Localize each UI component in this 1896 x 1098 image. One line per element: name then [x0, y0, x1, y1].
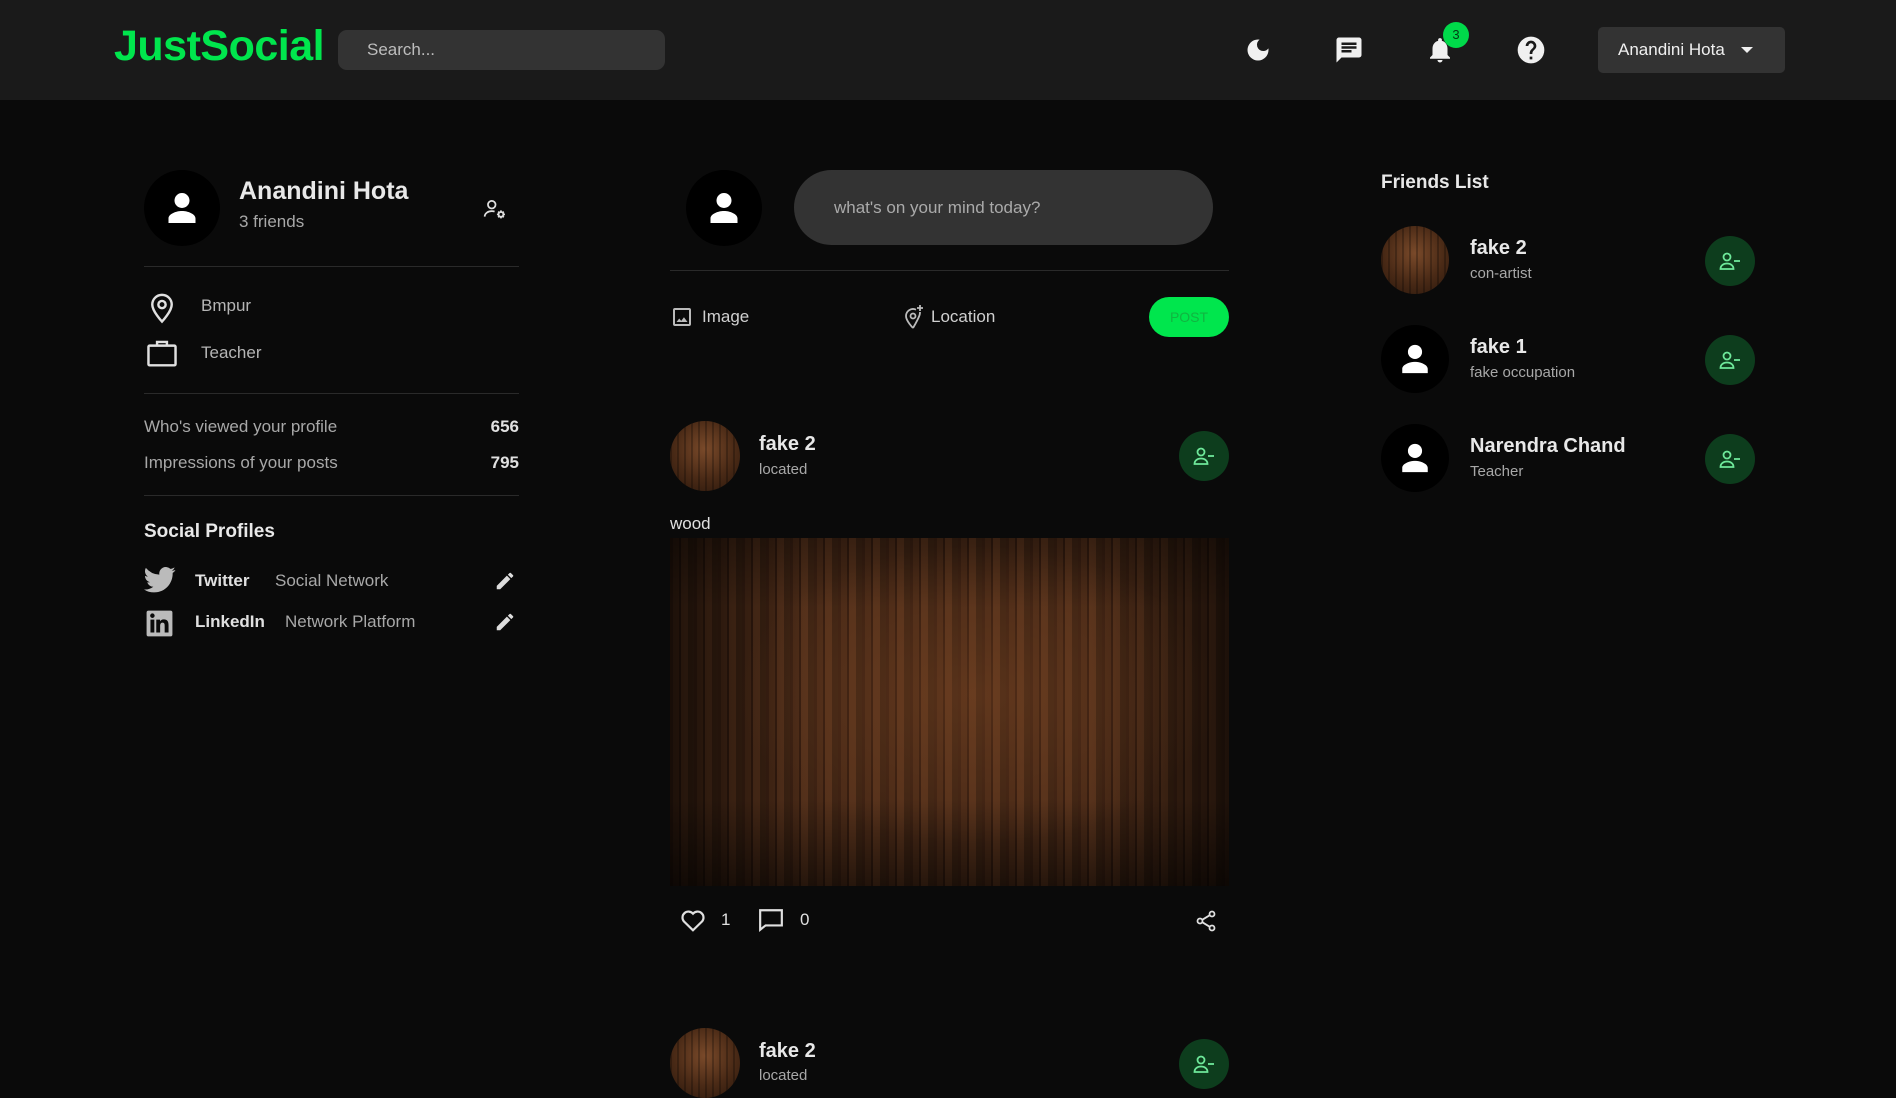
- profile-friends-count: 3 friends: [239, 212, 305, 231]
- post-author-avatar[interactable]: [670, 421, 740, 491]
- composer-avatar: [686, 170, 762, 246]
- post-text: wood: [670, 514, 711, 533]
- divider: [144, 495, 519, 496]
- remove-friend-button[interactable]: [1179, 1039, 1229, 1089]
- friend-name[interactable]: Narendra Chand: [1470, 435, 1626, 458]
- add-location-button[interactable]: Location: [901, 304, 995, 330]
- profile-occupation: Teacher: [201, 343, 262, 362]
- like-count: 1: [721, 910, 731, 929]
- briefcase-icon: [146, 338, 178, 373]
- friends-list-title: Friends List: [1381, 172, 1489, 193]
- post-author-name[interactable]: fake 2: [759, 1040, 816, 1063]
- user-menu-button[interactable]: Anandini Hota: [1598, 27, 1785, 73]
- friend-occupation: con-artist: [1470, 265, 1532, 282]
- profile-name[interactable]: Anandini Hota: [239, 177, 408, 206]
- profile-avatar[interactable]: [144, 170, 220, 246]
- stat-value: 795: [490, 453, 519, 472]
- divider: [144, 393, 519, 394]
- remove-friend-button[interactable]: [1179, 431, 1229, 481]
- add-image-button[interactable]: Image: [670, 305, 749, 329]
- remove-friend-icon: [1719, 450, 1740, 468]
- comment-count: 0: [800, 910, 810, 929]
- logo[interactable]: JustSocial: [114, 22, 325, 71]
- notification-badge: 3: [1443, 22, 1469, 48]
- friend-avatar[interactable]: [1381, 325, 1449, 393]
- friend-name[interactable]: fake 1: [1470, 336, 1527, 359]
- divider: [670, 270, 1229, 271]
- chevron-down-icon: [1741, 47, 1753, 53]
- stat-label: Who's viewed your profile: [144, 417, 338, 436]
- heart-icon[interactable]: [680, 908, 706, 937]
- stat-value: 656: [490, 417, 519, 436]
- remove-friend-icon: [1193, 447, 1214, 465]
- post-author-name[interactable]: fake 2: [759, 433, 816, 456]
- comment-icon[interactable]: [758, 908, 784, 937]
- messages-icon[interactable]: [1330, 31, 1368, 69]
- divider: [144, 266, 519, 267]
- friend-occupation: Teacher: [1470, 463, 1524, 480]
- post-location: located: [759, 1067, 808, 1084]
- edit-icon[interactable]: [494, 570, 516, 597]
- remove-friend-icon: [1193, 1055, 1214, 1073]
- search-input[interactable]: Search...: [338, 30, 665, 70]
- navbar: JustSocial Search... 3 Anandini Hota: [0, 0, 1896, 100]
- social-name[interactable]: LinkedIn: [195, 612, 265, 632]
- social-desc: Social Network: [275, 571, 389, 590]
- remove-friend-icon: [1719, 252, 1740, 270]
- share-icon[interactable]: [1194, 909, 1218, 938]
- profile-location: Bmpur: [201, 296, 252, 315]
- user-menu-label: Anandini Hota: [1618, 40, 1725, 59]
- social-name[interactable]: Twitter: [195, 571, 249, 591]
- add-location-icon: [905, 305, 923, 329]
- image-label: Image: [702, 307, 750, 326]
- location-label: Location: [931, 307, 996, 326]
- stat-label: Impressions of your posts: [144, 453, 338, 472]
- twitter-icon: [144, 566, 176, 599]
- social-profiles-title: Social Profiles: [144, 521, 275, 542]
- social-desc: Network Platform: [285, 612, 416, 631]
- dark-mode-icon[interactable]: [1239, 31, 1277, 69]
- post-location: located: [759, 461, 808, 478]
- friend-avatar[interactable]: [1381, 424, 1449, 492]
- friend-avatar[interactable]: [1381, 226, 1449, 294]
- post-button[interactable]: POST: [1149, 297, 1229, 337]
- remove-friend-button[interactable]: [1705, 236, 1755, 286]
- post-image[interactable]: [670, 538, 1229, 886]
- friend-name[interactable]: fake 2: [1470, 237, 1527, 260]
- friend-occupation: fake occupation: [1470, 364, 1576, 381]
- help-icon[interactable]: [1512, 31, 1550, 69]
- location-pin-icon: [147, 290, 177, 329]
- image-icon: [673, 308, 691, 326]
- post-author-avatar[interactable]: [670, 1028, 740, 1098]
- manage-account-icon[interactable]: [482, 196, 508, 227]
- edit-icon[interactable]: [494, 611, 516, 638]
- remove-friend-icon: [1719, 351, 1740, 369]
- remove-friend-button[interactable]: [1705, 434, 1755, 484]
- linkedin-icon: [144, 608, 175, 644]
- remove-friend-button[interactable]: [1705, 335, 1755, 385]
- post-input[interactable]: what's on your mind today?: [794, 170, 1213, 245]
